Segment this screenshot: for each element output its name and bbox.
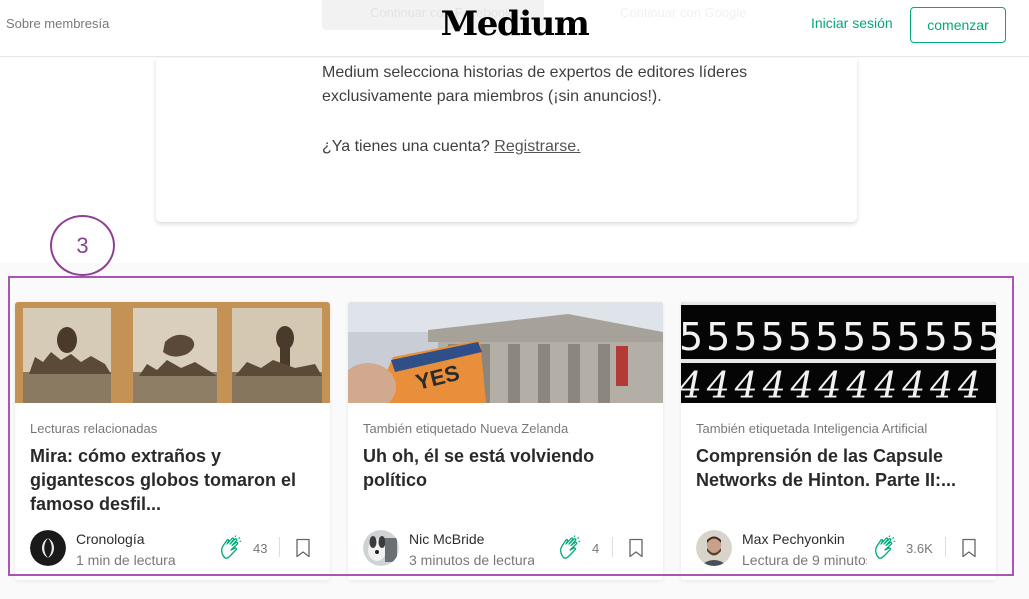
story-title[interactable]: Uh oh, él se está volviendo político [363, 444, 655, 492]
divider [945, 537, 946, 557]
bookmark-icon[interactable] [628, 538, 644, 558]
clap-icon[interactable] [557, 535, 583, 561]
membership-promo-text: Medium selecciona historias de expertos … [322, 64, 748, 105]
clap-count: 43 [253, 541, 268, 556]
svg-text:555555555555: 555555555555 [681, 315, 996, 359]
account-question: ¿Ya tienes una cuenta? [322, 138, 490, 155]
clap-count: 4 [592, 541, 600, 556]
handwritten-digits-photo: 555555555555 44444444444 [681, 302, 996, 403]
top-navigation-bar: Sobre membresía Continuar con Facebook C… [0, 0, 1029, 57]
man-avatar[interactable] [696, 530, 732, 566]
divider [612, 537, 613, 557]
dog-avatar[interactable] [363, 530, 399, 566]
divider [279, 537, 280, 557]
story-title[interactable]: Mira: cómo extraños y gigantescos globos… [30, 444, 322, 516]
story-category-label: También etiquetada Inteligencia Artifici… [696, 421, 928, 436]
vintage-balloons-photo [15, 302, 330, 403]
signin-link[interactable]: Iniciar sesión [811, 15, 893, 31]
author-name[interactable]: Nic McBride [409, 531, 484, 547]
related-story-card[interactable]: Lecturas relacionadas Mira: cómo extraño… [15, 302, 330, 580]
author-name[interactable]: Cronología [76, 531, 145, 547]
clap-icon[interactable] [872, 535, 898, 561]
author-name[interactable]: Max Pechyonkin [742, 531, 845, 547]
bookmark-icon[interactable] [295, 538, 311, 558]
register-link[interactable]: Registrarse. [494, 138, 580, 155]
read-time: 3 minutos de lectura [409, 552, 534, 568]
related-story-card[interactable]: YES También etiquetado Nueva Zelanda Uh … [348, 302, 663, 580]
account-prompt: ¿Ya tienes una cuenta? Registrarse. [322, 138, 581, 156]
svg-text:44444444444: 44444444444 [681, 366, 986, 403]
bookmark-icon[interactable] [961, 538, 977, 558]
clap-count: 3.6K [906, 541, 933, 556]
yes-sign-building-photo: YES [348, 302, 663, 403]
spiral-logo-avatar[interactable] [30, 530, 66, 566]
get-started-button[interactable]: comenzar [910, 7, 1006, 43]
clap-icon[interactable] [218, 535, 244, 561]
related-story-card[interactable]: 555555555555 44444444444 También etiquet… [681, 302, 996, 580]
story-category-label: También etiquetado Nueva Zelanda [363, 421, 569, 436]
annotation-badge: 3 [50, 215, 115, 276]
read-time: Lectura de 9 minutos [742, 552, 867, 568]
read-time: 1 min de lectura [76, 552, 176, 568]
story-category-label: Lecturas relacionadas [30, 421, 158, 436]
story-title[interactable]: Comprensión de las Capsule Networks de H… [696, 444, 988, 492]
